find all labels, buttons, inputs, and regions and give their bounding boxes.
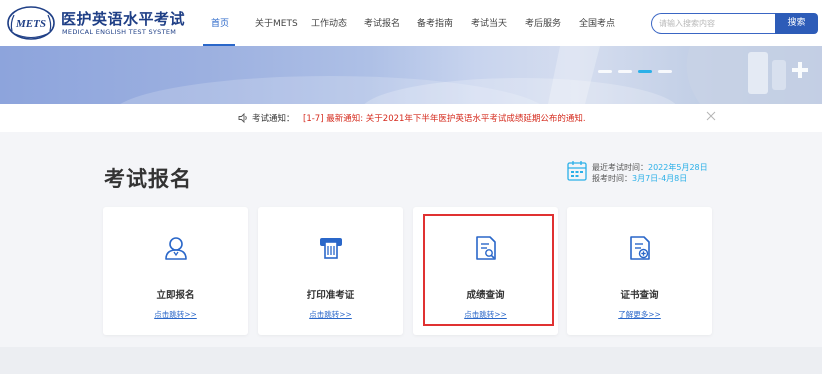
section-title: 考试报名 — [104, 167, 192, 191]
search-input[interactable] — [651, 13, 775, 34]
registration-label: 报考时间： — [592, 174, 632, 183]
nav-item-registration[interactable]: 考试报名 — [364, 16, 400, 29]
printer-icon — [320, 238, 342, 259]
notice-link[interactable]: [1-7] 最新通知: 关于2021年下半年医护英语水平考试成绩延期公布的通知. — [303, 112, 586, 124]
banner-artwork — [120, 46, 822, 104]
next-section-strip — [0, 347, 822, 374]
calendar-icon — [567, 161, 587, 181]
carousel-dot[interactable] — [618, 70, 632, 73]
mets-emblem-icon: METS — [7, 6, 55, 40]
nav-item-exam-day[interactable]: 考试当天 — [471, 16, 507, 29]
carousel-dot[interactable] — [598, 70, 612, 73]
nav-item-home[interactable]: 首页 — [211, 16, 229, 29]
latest-exam-date: 最近考试时间：2022年5月28日 — [592, 162, 708, 173]
hero-banner — [0, 46, 822, 104]
carousel-dot[interactable] — [658, 70, 672, 73]
card-link[interactable]: 点击跳转>> — [258, 309, 403, 320]
card-title: 立即报名 — [156, 290, 195, 301]
logo-title-cn: 医护英语水平考试 — [61, 10, 186, 28]
search-button[interactable]: 搜索 — [775, 13, 818, 34]
nav-item-post-exam[interactable]: 考后服务 — [525, 16, 561, 29]
carousel-dot-active[interactable] — [638, 70, 652, 73]
notice-bar: 考试通知： [1-7] 最新通知: 关于2021年下半年医护英语水平考试成绩延期… — [0, 104, 822, 132]
latest-exam-value: 2022年5月28日 — [648, 163, 708, 172]
card-link[interactable]: 点击跳转>> — [103, 309, 248, 320]
site-logo[interactable]: METS 医护英语水平考试 MEDICAL ENGLISH TEST SYSTE… — [6, 5, 206, 41]
card-link[interactable]: 了解更多>> — [567, 309, 712, 320]
nav-item-about[interactable]: 关于METS — [255, 16, 298, 29]
logo-title-en: MEDICAL ENGLISH TEST SYSTEM — [62, 28, 177, 36]
registration-period: 报考时间：3月7日-4月8日 — [592, 173, 687, 184]
site-header: METS 医护英语水平考试 MEDICAL ENGLISH TEST SYSTE… — [0, 0, 822, 46]
registration-value: 3月7日-4月8日 — [632, 174, 688, 183]
card-certificate-query[interactable]: 证书查询 了解更多>> — [567, 207, 712, 335]
document-search-icon — [476, 236, 496, 260]
card-print-admission[interactable]: 打印准考证 点击跳转>> — [258, 207, 403, 335]
document-add-icon — [630, 236, 650, 260]
user-icon — [165, 237, 187, 260]
card-score-query[interactable]: 成绩查询 点击跳转>> — [413, 207, 558, 335]
nav-item-news[interactable]: 工作动态 — [311, 16, 347, 29]
card-link[interactable]: 点击跳转>> — [413, 309, 558, 320]
nav-item-prep-guide[interactable]: 备考指南 — [417, 16, 453, 29]
nav-item-test-centers[interactable]: 全国考点 — [579, 16, 615, 29]
latest-exam-label: 最近考试时间： — [592, 163, 648, 172]
speaker-icon — [238, 113, 247, 123]
card-register-now[interactable]: 立即报名 点击跳转>> — [103, 207, 248, 335]
card-title: 证书查询 — [620, 290, 659, 301]
card-title: 成绩查询 — [466, 290, 505, 301]
close-icon[interactable] — [706, 111, 716, 121]
logo-mark-text: METS — [15, 18, 46, 30]
card-title: 打印准考证 — [306, 290, 355, 301]
notice-label: 考试通知： — [252, 114, 295, 124]
